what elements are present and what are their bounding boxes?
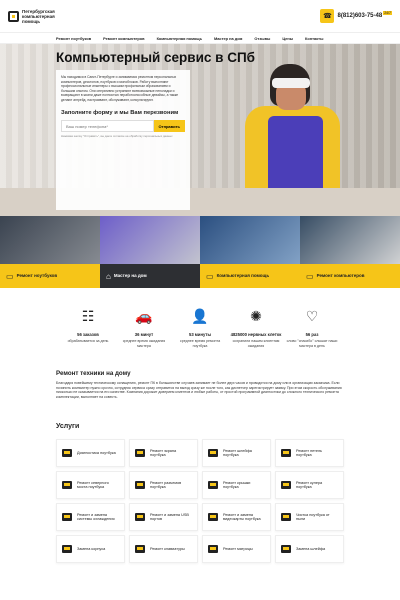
- service-card[interactable]: Ремонт матрицы: [202, 535, 271, 564]
- laptop-icon: [281, 481, 291, 490]
- service-card[interactable]: Ремонт клавиатуры: [129, 535, 198, 564]
- services-grid: Диагностика ноутбука Ремонт экрана ноутб…: [56, 439, 344, 564]
- strip-tile-laptop[interactable]: ▭ Ремонт ноутбуков: [0, 216, 100, 288]
- service-card[interactable]: Ремонт петель ноутбука: [275, 439, 344, 468]
- submit-button[interactable]: Отправить: [153, 120, 185, 132]
- technician-icon: 👤: [191, 308, 209, 324]
- nav-reviews[interactable]: Отзывы: [248, 36, 276, 41]
- laptop-icon: [208, 449, 218, 458]
- nav-laptop-repair[interactable]: Ремонт ноутбуков: [50, 36, 97, 41]
- nav-computer-help[interactable]: Компьютерная помощь: [151, 36, 208, 41]
- stat-thanks: ♡ 56 раз слово "спасибо" слышат наши мас…: [286, 308, 338, 348]
- home-repair-title: Ремонт техники на дому: [56, 370, 131, 377]
- service-card[interactable]: Ремонт шлейфа ноутбука: [202, 439, 271, 468]
- nav-home-master[interactable]: Мастер на дом: [208, 36, 248, 41]
- service-card[interactable]: Замена шлейфа: [275, 535, 344, 564]
- service-card[interactable]: Диагностика ноутбука: [56, 439, 125, 468]
- heart-icon: ♡: [305, 308, 319, 324]
- service-card[interactable]: Ремонт экрана ноутбука: [129, 439, 198, 468]
- home-repair-text: Благодаря новейшему техническому оснащен…: [56, 381, 342, 399]
- laptop-icon: [208, 545, 218, 554]
- service-card[interactable]: Ремонт северного моста ноутбука: [56, 471, 125, 500]
- laptop-icon: [62, 545, 72, 554]
- strip-label-home: Мастер на дом: [113, 273, 147, 279]
- service-card[interactable]: Ремонт кулера ноутбука: [275, 471, 344, 500]
- stat-wait-time: 🚗 36 минут среднее время ожидания мастер…: [118, 308, 170, 348]
- phone-number[interactable]: 8(812)603-75-48: [337, 13, 382, 19]
- strip-tile-home[interactable]: ⌂ Мастер на дом: [100, 216, 200, 288]
- laptop-icon: [62, 481, 72, 490]
- laptop-icon: [208, 513, 218, 522]
- phone-icon: ☎: [320, 9, 335, 23]
- home-repair-section: Ремонт техники на дому Благодаря новейше…: [0, 348, 400, 399]
- logo-text: Петербургская компьютерная помощь: [22, 8, 55, 24]
- strip-tile-help[interactable]: ▭ Компьютерная помощь: [200, 216, 300, 288]
- document-icon: ☷: [81, 308, 95, 324]
- phone-input[interactable]: [61, 120, 154, 132]
- logo-icon: [8, 10, 19, 22]
- laptop-icon: [135, 481, 145, 490]
- brain-icon: ✺: [250, 308, 262, 324]
- monitor-icon: ▭: [206, 271, 214, 281]
- hero-panel: Мы находимся в Санкт-Петербурге и занима…: [56, 70, 190, 210]
- nav-computer-repair[interactable]: Ремонт компьютеров: [97, 36, 150, 41]
- car-icon: 🚗: [135, 308, 153, 324]
- home-icon: ⌂: [106, 271, 111, 281]
- stat-nerves: ✺ 4825000 нервных клеток сохранили нашим…: [230, 308, 282, 348]
- strip-label-computer: Ремонт компьютеров: [316, 273, 365, 279]
- laptop-icon: [135, 545, 145, 554]
- computer-icon: ▭: [306, 271, 314, 281]
- laptop-icon: [281, 545, 291, 554]
- strip-label-laptop: Ремонт ноутбуков: [16, 273, 58, 279]
- service-card[interactable]: Ремонт крышки ноутбука: [202, 471, 271, 500]
- services-strip: ▭ Ремонт ноутбуков ⌂ Мастер на дом ▭ Компью…: [0, 216, 400, 288]
- stat-repair-time: 👤 53 минуты среднее время ремонта ноутбу…: [174, 308, 226, 348]
- service-card[interactable]: Замена корпуса: [56, 535, 125, 564]
- laptop-icon: [281, 449, 291, 458]
- nav-prices[interactable]: Цены: [276, 36, 299, 41]
- hero-description: Мы находимся в Санкт-Петербурге и занима…: [61, 75, 179, 102]
- callback-form-title: Заполните форму и мы Вам перезвоним: [61, 110, 179, 116]
- laptop-icon: [208, 481, 218, 490]
- callback-form: Отправить: [61, 120, 185, 132]
- hero-section: Компьютерный сервис в СПб Мы находимся в…: [0, 44, 400, 216]
- site-header: Петербургская компьютерная помощь ☎ 8(81…: [0, 0, 400, 32]
- laptop-icon: [135, 513, 145, 522]
- laptop-icon: [281, 513, 291, 522]
- services-title: Услуги: [56, 423, 80, 431]
- strip-label-help: Компьютерная помощь: [216, 273, 270, 279]
- laptop-icon: [62, 449, 72, 458]
- service-card[interactable]: Ремонт и замена видеокарты ноутбука: [202, 503, 271, 532]
- laptop-icon: [135, 449, 145, 458]
- stats-section: ☷ 56 заказов обрабатывается за день 🚗 36…: [0, 288, 400, 348]
- nav-contacts[interactable]: Контакты: [299, 36, 329, 41]
- service-card[interactable]: Ремонт и замена USB портов: [129, 503, 198, 532]
- hours-badge: 24/7: [383, 11, 392, 15]
- service-card[interactable]: Ремонт и замена системы охлаждения: [56, 503, 125, 532]
- services-section: Услуги Диагностика ноутбука Ремонт экран…: [0, 399, 400, 564]
- stat-orders: ☷ 56 заказов обрабатывается за день: [62, 308, 114, 348]
- main-nav: Ремонт ноутбуков Ремонт компьютеров Комп…: [0, 32, 400, 44]
- consent-note: Нажимая кнопку "Отправить", вы даете сог…: [61, 134, 173, 138]
- laptop-icon: [62, 513, 72, 522]
- service-card[interactable]: Ремонт разъемов ноутбука: [129, 471, 198, 500]
- hero-title: Компьютерный сервис в СПб: [56, 50, 255, 65]
- laptop-icon: ▭: [6, 271, 14, 281]
- service-card[interactable]: Чистка ноутбука от пыли: [275, 503, 344, 532]
- header-phone[interactable]: ☎ 8(812)603-75-48 24/7: [320, 9, 392, 23]
- logo[interactable]: Петербургская компьютерная помощь: [8, 9, 70, 24]
- strip-tile-computer[interactable]: ▭ Ремонт компьютеров: [300, 216, 400, 288]
